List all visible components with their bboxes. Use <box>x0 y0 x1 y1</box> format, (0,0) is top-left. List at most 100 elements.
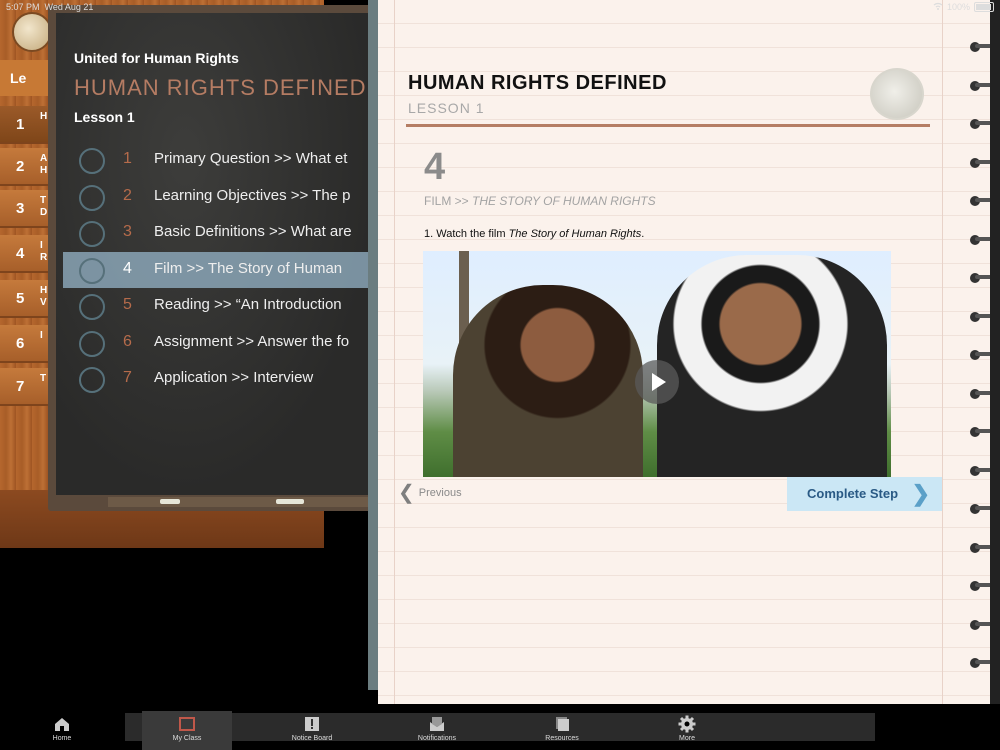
step-label: Film >> The Story of Human <box>154 260 343 277</box>
step-status-circle-icon <box>79 367 105 393</box>
notebook-page: HUMAN RIGHTS DEFINED LESSON 1 4 FILM >> … <box>378 0 1000 704</box>
chevron-left-icon: ❮ <box>398 482 415 504</box>
class-icon <box>179 717 195 731</box>
step-number: 7 <box>123 369 132 386</box>
play-icon <box>652 373 666 391</box>
step-label: Assignment >> Answer the fo <box>154 333 350 350</box>
tab-bar-track <box>125 713 875 741</box>
step-number: 4 <box>123 260 132 277</box>
step-item-2[interactable]: 2 Learning Objectives >> The p <box>63 179 378 215</box>
step-item-4[interactable]: 4 Film >> The Story of Human <box>63 252 378 288</box>
step-item-1[interactable]: 1 Primary Question >> What et <box>63 142 378 178</box>
step-heading-prefix: FILM >> <box>424 194 473 208</box>
step-heading: FILM >> THE STORY OF HUMAN RIGHTS <box>424 194 656 208</box>
chalk-stick <box>160 499 180 504</box>
shelf-item-label: A H <box>40 153 48 176</box>
step-label: Learning Objectives >> The p <box>154 187 351 204</box>
shelf-item-label: I R <box>40 240 48 263</box>
video-thumbnail-person <box>453 285 643 477</box>
step-number: 2 <box>123 187 132 204</box>
app-logo-icon[interactable] <box>12 12 52 52</box>
step-heading-title: THE STORY OF HUMAN RIGHTS <box>472 194 656 208</box>
step-number: 3 <box>123 223 132 240</box>
step-item-3[interactable]: 3 Basic Definitions >> What are <box>63 215 378 251</box>
step-number-large: 4 <box>424 146 446 188</box>
chalkboard-panel: United for Human Rights HUMAN RIGHTS DEF… <box>48 5 418 511</box>
shelf-item-label: I <box>40 330 43 341</box>
battery-icon <box>974 2 994 12</box>
margin-line <box>942 0 943 704</box>
step-item-7[interactable]: 7 Application >> Interview <box>63 361 378 397</box>
notifications-icon <box>430 717 444 731</box>
step-status-circle-icon <box>79 148 105 174</box>
tab-label: Home <box>52 735 72 742</box>
tab-more[interactable]: More <box>642 711 732 750</box>
instruction-suffix: . <box>641 228 645 240</box>
tab-label: My Class <box>172 735 202 742</box>
lesson-subtitle: LESSON 1 <box>408 100 485 116</box>
step-label: Reading >> “An Introduction <box>154 296 342 313</box>
globe-logo-icon <box>870 68 924 120</box>
tab-resources[interactable]: Resources <box>517 711 607 750</box>
wifi-icon <box>933 2 943 12</box>
gear-icon <box>678 715 696 733</box>
previous-button[interactable]: ❮ Previous <box>398 482 462 504</box>
tab-label: More <box>679 735 695 742</box>
step-number: 1 <box>123 150 132 167</box>
shelf-header-label: Le <box>10 70 27 86</box>
status-time-date: 5:07 PM Wed Aug 21 <box>6 2 93 12</box>
step-instruction: 1. Watch the film The Story of Human Rig… <box>424 228 644 240</box>
play-button[interactable] <box>635 360 679 404</box>
instruction-prefix: 1. Watch the film <box>424 228 509 240</box>
step-number: 6 <box>123 333 132 350</box>
shelf-item-label: T <box>40 373 47 384</box>
step-label: Primary Question >> What et <box>154 150 348 167</box>
tab-label: Notice Board <box>291 735 333 742</box>
shelf-item-num: 3 <box>16 200 25 217</box>
complete-step-label: Complete Step <box>807 486 899 501</box>
step-label: Application >> Interview <box>154 369 314 386</box>
battery-percent: 100% <box>946 2 970 12</box>
lesson-title: HUMAN RIGHTS DEFINED <box>408 72 667 94</box>
tab-notifications[interactable]: Notifications <box>392 711 482 750</box>
step-number: 5 <box>123 296 132 313</box>
step-item-5[interactable]: 5 Reading >> “An Introduction <box>63 288 378 324</box>
status-date: Wed Aug 21 <box>44 2 94 12</box>
shelf-item-label: H <box>40 111 48 122</box>
shelf-item-num: 7 <box>16 378 25 395</box>
step-label: Basic Definitions >> What are <box>154 223 352 240</box>
instruction-film: The Story of Human Rights <box>508 228 642 240</box>
spiral-binding <box>990 0 1000 704</box>
shelf-item-label: T D <box>40 195 48 218</box>
margin-line <box>394 0 395 704</box>
step-item-6[interactable]: 6 Assignment >> Answer the fo <box>63 325 378 361</box>
step-status-circle-icon <box>79 185 105 211</box>
tab-label: Notifications <box>417 735 457 742</box>
shelf-item-num: 5 <box>16 290 25 307</box>
status-bar: 5:07 PM Wed Aug 21 100% <box>0 0 1000 14</box>
shelf-item-num: 2 <box>16 158 25 175</box>
home-icon <box>55 718 69 731</box>
step-status-circle-icon <box>79 294 105 320</box>
tab-my-class[interactable]: My Class <box>142 711 232 750</box>
chevron-right-icon: ❯ <box>911 481 930 506</box>
chalk-stick <box>276 499 304 504</box>
shelf-item-num: 6 <box>16 335 25 352</box>
complete-step-button[interactable]: Complete Step ❯ <box>787 477 942 511</box>
video-thumbnail-person <box>657 255 887 477</box>
step-status-circle-icon <box>79 221 105 247</box>
shelf-item-label: H V <box>40 285 48 308</box>
chalkboard-surface: United for Human Rights HUMAN RIGHTS DEF… <box>56 13 378 495</box>
notice-icon <box>305 717 319 731</box>
video-player[interactable] <box>423 251 891 477</box>
chalkboard-lesson: Lesson 1 <box>74 109 135 125</box>
shelf-item-num: 1 <box>16 116 25 133</box>
step-status-circle-icon <box>79 258 105 284</box>
step-status-circle-icon <box>79 331 105 357</box>
chalkboard-title: HUMAN RIGHTS DEFINED <box>74 75 367 100</box>
organization-name: United for Human Rights <box>74 50 239 66</box>
status-time: 5:07 PM <box>6 2 40 12</box>
tab-home[interactable]: Home <box>17 711 107 750</box>
status-right: 100% <box>933 2 994 12</box>
tab-notice-board[interactable]: Notice Board <box>267 711 357 750</box>
